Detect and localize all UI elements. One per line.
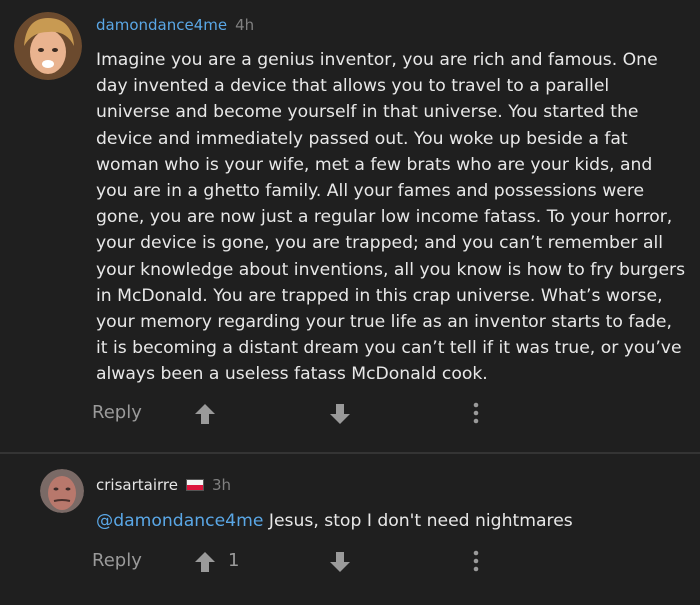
comment-actions: Reply xyxy=(0,394,700,434)
more-vertical-icon[interactable] xyxy=(466,548,486,574)
comment: damondance4me 4h Imagine you are a geniu… xyxy=(0,0,700,450)
upvote-count: 1 xyxy=(228,550,240,571)
comment-header: crisartairre 3h xyxy=(96,476,231,494)
comment-header: damondance4me 4h xyxy=(96,16,254,34)
avatar[interactable] xyxy=(40,469,84,513)
reply-button[interactable]: Reply xyxy=(92,402,142,423)
poland-flag-icon xyxy=(185,479,204,491)
avatar[interactable] xyxy=(14,12,82,80)
arrow-up-icon[interactable] xyxy=(194,402,216,426)
timestamp: 4h xyxy=(235,16,255,34)
username-link[interactable]: damondance4me xyxy=(96,16,227,34)
arrow-down-icon[interactable] xyxy=(329,550,351,574)
reply-button[interactable]: Reply xyxy=(92,550,142,571)
comment-actions: Reply 1 xyxy=(0,542,700,582)
arrow-down-icon[interactable] xyxy=(329,402,351,426)
comment-text: Imagine you are a genius inventor, you a… xyxy=(96,50,686,385)
arrow-up-icon[interactable] xyxy=(194,550,216,574)
comment: crisartairre 3h @damondance4me Jesus, st… xyxy=(0,455,700,605)
comment-body: Jesus, stop I don't need nightmares xyxy=(263,511,573,531)
mention-link[interactable]: @damondance4me xyxy=(96,511,263,531)
timestamp: 3h xyxy=(211,476,232,494)
comment-divider xyxy=(0,452,700,454)
more-vertical-icon[interactable] xyxy=(466,400,486,426)
comment-text: @damondance4me Jesus, stop I don't need … xyxy=(96,508,686,534)
username-link[interactable]: crisartairre xyxy=(96,476,178,494)
